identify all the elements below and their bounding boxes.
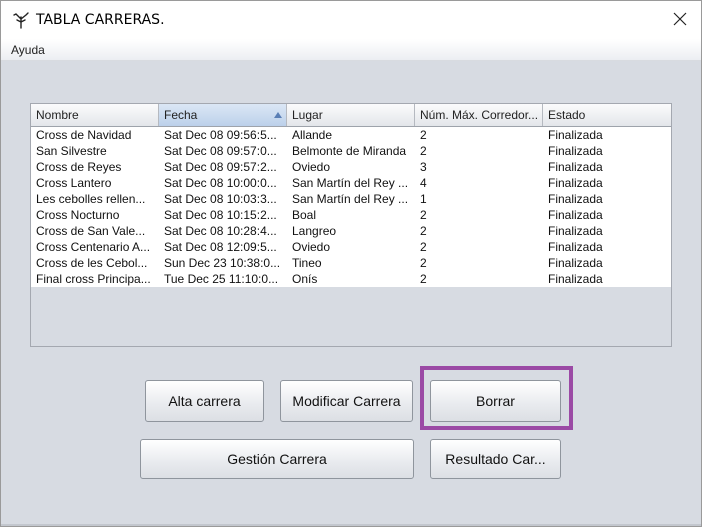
table-row[interactable]: Cross Centenario A... Sat Dec 08 12:09:5.…: [31, 239, 671, 255]
cell-nombre: Les cebolles rellen...: [36, 192, 146, 206]
cell-nombre: San Silvestre: [36, 144, 107, 158]
cell-lugar: Onís: [292, 272, 318, 286]
column-header-nombre[interactable]: Nombre: [31, 104, 159, 126]
modificar-carrera-button[interactable]: Modificar Carrera: [280, 380, 413, 422]
table-header: Nombre Fecha Lugar Núm. Máx. Corredor...…: [31, 104, 671, 127]
sort-ascending-icon: [274, 112, 282, 118]
cell-num-max: 3: [420, 160, 427, 174]
menu-ayuda[interactable]: Ayuda: [11, 43, 45, 57]
cell-fecha: Sat Dec 08 10:03:3...: [164, 192, 277, 206]
highlight-box: [420, 366, 573, 430]
cell-lugar: Boal: [292, 208, 317, 222]
cell-num-max: 2: [420, 272, 427, 286]
table-row[interactable]: Cross de les Cebol... Sun Dec 23 10:38:0.…: [31, 255, 671, 271]
main-window: TABLA CARRERAS. Ayuda Nombre Fecha Lugar…: [0, 0, 702, 527]
cell-lugar: Oviedo: [292, 240, 331, 254]
cell-num-max: 2: [420, 224, 427, 238]
cell-lugar: Tineo: [292, 256, 322, 270]
cell-num-max: 2: [420, 240, 427, 254]
status-divider: [1, 524, 701, 526]
cell-fecha: Sat Dec 08 09:57:0...: [164, 144, 277, 158]
cell-estado: Finalizada: [548, 144, 603, 158]
cell-lugar: Belmonte de Miranda: [292, 144, 407, 158]
table-row[interactable]: Final cross Principa... Tue Dec 25 11:10:…: [31, 271, 671, 287]
resultado-carrera-button[interactable]: Resultado Car...: [430, 439, 561, 479]
table-row[interactable]: Cross de Reyes Sat Dec 08 09:57:2... Ovied…: [31, 159, 671, 175]
cell-lugar: Oviedo: [292, 160, 331, 174]
races-table: Nombre Fecha Lugar Núm. Máx. Corredor...…: [30, 103, 672, 347]
column-label-fecha: Fecha: [164, 108, 198, 122]
cell-estado: Finalizada: [548, 256, 603, 270]
title-bar: TABLA CARRERAS.: [1, 1, 701, 39]
cell-estado: Finalizada: [548, 208, 603, 222]
cell-num-max: 4: [420, 176, 427, 190]
cell-nombre: Final cross Principa...: [36, 272, 151, 286]
cell-nombre: Cross de Navidad: [36, 128, 132, 142]
cell-estado: Finalizada: [548, 160, 603, 174]
column-header-estado[interactable]: Estado: [543, 104, 671, 126]
cell-lugar: Langreo: [292, 224, 337, 238]
cell-fecha: Tue Dec 25 11:10:0...: [164, 272, 279, 286]
tree-branch-icon: [12, 11, 30, 29]
cell-fecha: Sat Dec 08 10:15:2...: [164, 208, 277, 222]
cell-estado: Finalizada: [548, 224, 603, 238]
table-row[interactable]: Cross Lantero Sat Dec 08 10:00:0... San Ma…: [31, 175, 671, 191]
column-header-fecha[interactable]: Fecha: [159, 104, 287, 126]
cell-nombre: Cross de les Cebol...: [36, 256, 148, 270]
cell-estado: Finalizada: [548, 240, 603, 254]
cell-nombre: Cross Centenario A...: [36, 240, 151, 254]
cell-num-max: 2: [420, 144, 427, 158]
cell-nombre: Cross Nocturno: [36, 208, 120, 222]
cell-num-max: 2: [420, 128, 427, 142]
cell-lugar: San Martín del Rey ...: [292, 192, 409, 206]
cell-fecha: Sat Dec 08 09:57:2...: [164, 160, 277, 174]
window-title: TABLA CARRERAS.: [36, 12, 165, 28]
cell-estado: Finalizada: [548, 272, 603, 286]
cell-fecha: Sat Dec 08 12:09:5...: [164, 240, 277, 254]
cell-nombre: Cross Lantero: [36, 176, 112, 190]
cell-num-max: 2: [420, 256, 427, 270]
gestion-carrera-button[interactable]: Gestión Carrera: [140, 439, 414, 479]
cell-num-max: 1: [420, 192, 427, 206]
cell-estado: Finalizada: [548, 128, 603, 142]
cell-fecha: Sat Dec 08 09:56:5...: [164, 128, 277, 142]
close-icon: [673, 11, 687, 30]
table-row[interactable]: Cross de San Vale... Sat Dec 08 10:28:4..…: [31, 223, 671, 239]
cell-fecha: Sat Dec 08 10:00:0...: [164, 176, 277, 190]
table-row[interactable]: Les cebolles rellen... Sat Dec 08 10:03:3…: [31, 191, 671, 207]
cell-fecha: Sun Dec 23 10:38:0...: [164, 256, 281, 270]
alta-carrera-button[interactable]: Alta carrera: [145, 380, 264, 422]
cell-lugar: Allande: [292, 128, 333, 142]
column-header-lugar[interactable]: Lugar: [287, 104, 415, 126]
cell-estado: Finalizada: [548, 176, 603, 190]
menu-bar: Ayuda: [1, 39, 701, 61]
table-row[interactable]: San Silvestre Sat Dec 08 09:57:0... Belmon…: [31, 143, 671, 159]
cell-lugar: San Martín del Rey ...: [292, 176, 409, 190]
cell-num-max: 2: [420, 208, 427, 222]
content-panel: Nombre Fecha Lugar Núm. Máx. Corredor...…: [1, 61, 701, 526]
cell-fecha: Sat Dec 08 10:28:4...: [164, 224, 277, 238]
table-row[interactable]: Cross Nocturno Sat Dec 08 10:15:2... Boal 2…: [31, 207, 671, 223]
cell-estado: Finalizada: [548, 192, 603, 206]
close-button[interactable]: [659, 1, 701, 39]
table-row[interactable]: Cross de Navidad Sat Dec 08 09:56:5... All…: [31, 127, 671, 143]
column-header-num-max-corredores[interactable]: Núm. Máx. Corredor...: [415, 104, 543, 126]
cell-nombre: Cross de Reyes: [36, 160, 122, 174]
cell-nombre: Cross de San Vale...: [36, 224, 146, 238]
